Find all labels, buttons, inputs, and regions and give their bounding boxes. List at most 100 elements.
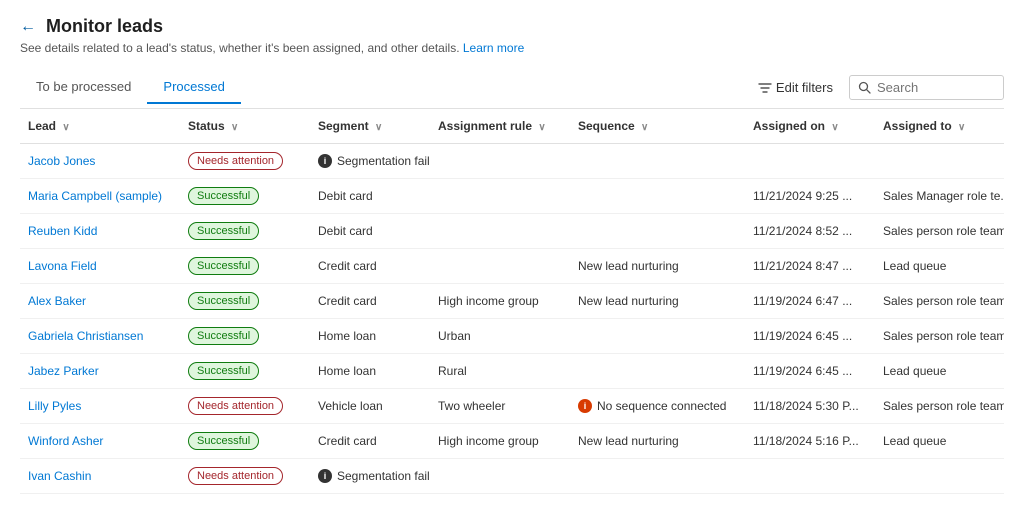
cell-lead: Lavona Field — [20, 249, 180, 284]
search-box — [849, 75, 1004, 100]
col-header-status[interactable]: Status ∨ — [180, 109, 310, 144]
cell-sequence: iNo sequence connected — [570, 389, 745, 424]
table-row: Maria Campbell (sample)SuccessfulDebit c… — [20, 179, 1004, 214]
cell-assigned-to: Lead queue — [875, 424, 1004, 459]
tab-processed[interactable]: Processed — [147, 71, 240, 104]
cell-lead: Maria Campbell (sample) — [20, 179, 180, 214]
lead-link[interactable]: Gabriela Christiansen — [28, 329, 143, 343]
lead-link[interactable]: Lilly Pyles — [28, 399, 81, 413]
no-sequence-connected: iNo sequence connected — [578, 399, 737, 413]
cell-sequence — [570, 214, 745, 249]
table-body: Jacob Jones Needs attention iSegmentation … — [20, 144, 1004, 494]
col-header-assignment-rule[interactable]: Assignment rule ∨ — [430, 109, 570, 144]
page-header: ← Monitor leads — [20, 16, 1004, 37]
toolbar-right: Edit filters — [750, 75, 1004, 100]
page-title: Monitor leads — [46, 16, 163, 37]
cell-assigned-on: 11/18/2024 5:30 P... — [745, 389, 875, 424]
col-header-sequence[interactable]: Sequence ∨ — [570, 109, 745, 144]
cell-assigned-to: Lead queue — [875, 249, 1004, 284]
cell-sequence — [570, 354, 745, 389]
learn-more-link[interactable]: Learn more — [463, 41, 524, 55]
tabs-container: To be processed Processed — [20, 71, 241, 104]
lead-link[interactable]: Jabez Parker — [28, 364, 99, 378]
back-button[interactable]: ← — [20, 18, 36, 36]
cell-segment: Credit card — [310, 424, 430, 459]
cell-segment: Debit card — [310, 214, 430, 249]
col-header-assigned-on[interactable]: Assigned on ∨ — [745, 109, 875, 144]
cell-segment: iSegmentation failed — [310, 459, 430, 494]
cell-status: Successful — [180, 319, 310, 354]
cell-assignment-rule — [430, 214, 570, 249]
status-badge: Successful — [188, 257, 259, 275]
cell-status: Needs attention — [180, 144, 310, 179]
cell-lead: Ivan Cashin — [20, 459, 180, 494]
table-container: Lead ∨ Status ∨ Segment ∨ Assignment rul… — [20, 108, 1004, 516]
status-badge: Successful — [188, 222, 259, 240]
lead-link[interactable]: Alex Baker — [28, 294, 86, 308]
cell-assignment-rule: Two wheeler — [430, 389, 570, 424]
cell-status: Successful — [180, 424, 310, 459]
cell-assigned-to: Sales person role team — [875, 214, 1004, 249]
segmentation-failed: iSegmentation failed — [318, 469, 422, 483]
cell-status: Needs attention — [180, 389, 310, 424]
cell-sequence — [570, 319, 745, 354]
cell-assigned-on: 11/19/2024 6:45 ... — [745, 319, 875, 354]
cell-assigned-to — [875, 459, 1004, 494]
cell-assigned-on: 11/19/2024 6:47 ... — [745, 284, 875, 319]
tab-to-be-processed[interactable]: To be processed — [20, 71, 147, 104]
cell-lead: Jabez Parker — [20, 354, 180, 389]
status-badge: Successful — [188, 292, 259, 310]
col-header-lead[interactable]: Lead ∨ — [20, 109, 180, 144]
edit-filters-button[interactable]: Edit filters — [750, 75, 841, 100]
lead-link[interactable]: Jacob Jones — [28, 154, 95, 168]
status-badge: Successful — [188, 187, 259, 205]
lead-link[interactable]: Maria Campbell (sample) — [28, 189, 162, 203]
cell-assigned-on: 11/21/2024 8:47 ... — [745, 249, 875, 284]
cell-lead: Lilly Pyles — [20, 389, 180, 424]
sort-icon-assigned-on: ∨ — [831, 122, 838, 133]
cell-assigned-to: Sales person role team — [875, 389, 1004, 424]
cell-segment: Home loan — [310, 354, 430, 389]
edit-filters-label: Edit filters — [776, 80, 833, 95]
table-row: Reuben KiddSuccessfulDebit card11/21/202… — [20, 214, 1004, 249]
table-row: Jabez ParkerSuccessfulHome loanRural11/1… — [20, 354, 1004, 389]
col-header-assigned-to[interactable]: Assigned to ∨ — [875, 109, 1004, 144]
warning-icon: i — [578, 399, 592, 413]
lead-link[interactable]: Reuben Kidd — [28, 224, 97, 238]
cell-lead: Gabriela Christiansen — [20, 319, 180, 354]
info-icon: i — [318, 469, 332, 483]
table-row: Lavona FieldSuccessfulCredit cardNew lea… — [20, 249, 1004, 284]
cell-assigned-to: Lead queue — [875, 354, 1004, 389]
cell-status: Needs attention — [180, 459, 310, 494]
cell-assigned-on: 11/21/2024 9:25 ... — [745, 179, 875, 214]
status-badge: Needs attention — [188, 152, 283, 170]
info-icon: i — [318, 154, 332, 168]
cell-sequence: New lead nurturing — [570, 284, 745, 319]
table-row: Winford AsherSuccessfulCredit cardHigh i… — [20, 424, 1004, 459]
sort-icon-sequence: ∨ — [641, 122, 648, 133]
cell-assignment-rule: High income group — [430, 284, 570, 319]
lead-link[interactable]: Ivan Cashin — [28, 469, 91, 483]
search-input[interactable] — [877, 80, 995, 95]
cell-sequence — [570, 459, 745, 494]
lead-link[interactable]: Lavona Field — [28, 259, 97, 273]
cell-segment: Credit card — [310, 249, 430, 284]
cell-sequence: New lead nurturing — [570, 424, 745, 459]
cell-segment: Credit card — [310, 284, 430, 319]
status-badge: Successful — [188, 362, 259, 380]
col-header-segment[interactable]: Segment ∨ — [310, 109, 430, 144]
lead-link[interactable]: Winford Asher — [28, 434, 103, 448]
cell-sequence — [570, 144, 745, 179]
page-container: ← Monitor leads See details related to a… — [0, 0, 1024, 516]
cell-lead: Reuben Kidd — [20, 214, 180, 249]
toolbar: To be processed Processed Edit filters — [20, 71, 1004, 104]
table-row: Jacob Jones Needs attention iSegmentation … — [20, 144, 1004, 179]
cell-segment: iSegmentation failed — [310, 144, 430, 179]
cell-assigned-to: Sales person role team — [875, 284, 1004, 319]
cell-assignment-rule: Urban — [430, 319, 570, 354]
table-row: Alex Baker Successful Credit cardHigh inco… — [20, 284, 1004, 319]
cell-segment: Home loan — [310, 319, 430, 354]
sort-icon-assigned-to: ∨ — [958, 122, 965, 133]
cell-assigned-on — [745, 459, 875, 494]
cell-lead: Alex Baker — [20, 284, 180, 319]
